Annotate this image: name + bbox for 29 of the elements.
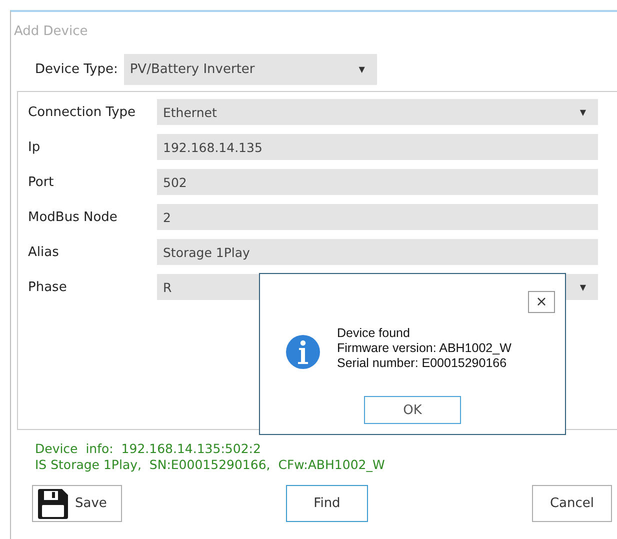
field-label: Phase bbox=[28, 280, 68, 294]
dropdown-value: R bbox=[163, 280, 172, 294]
dropdown-arrow-icon: ▼ bbox=[580, 108, 586, 116]
find-button[interactable]: Find bbox=[286, 485, 368, 522]
field-label: ModBus Node bbox=[28, 210, 118, 224]
input-field[interactable]: 502 bbox=[157, 169, 598, 195]
dropdown-arrow-icon: ▼ bbox=[358, 65, 365, 74]
field-label: Alias bbox=[28, 244, 60, 260]
close-button[interactable]: × bbox=[528, 291, 555, 313]
field-label: Port bbox=[28, 174, 55, 190]
window-title: Add Device bbox=[13, 23, 89, 41]
input-field[interactable]: Storage 1Play bbox=[157, 239, 598, 265]
device-info-text: IS Storage 1Play, SN:E00015290166, CFw:ABH1002_W bbox=[35, 457, 386, 473]
info-icon bbox=[285, 334, 321, 370]
field-label: Connection Type bbox=[28, 104, 137, 120]
field-label: Device Type: bbox=[35, 62, 118, 77]
input-field[interactable]: 192.168.14.135 bbox=[157, 134, 598, 160]
dropdown-value: PV/Battery Inverter bbox=[130, 62, 255, 77]
dropdown-value: Ethernet bbox=[163, 104, 217, 120]
device-type-dropdown[interactable]: PV/Battery Inverter ▼ bbox=[124, 54, 377, 85]
ok-button[interactable]: OK bbox=[364, 396, 461, 424]
input-field[interactable]: 2 bbox=[157, 204, 598, 230]
device-info-text: Device info: 192.168.14.135:502:2 bbox=[35, 441, 262, 457]
dropdown-arrow-icon: ▼ bbox=[580, 282, 586, 292]
field-label: Ip bbox=[28, 140, 42, 154]
dialog-message: Device found Firmware version: ABH1002_W Serial number: E00015290166 bbox=[337, 326, 512, 371]
dropdown-field[interactable]: Ethernet ▼ bbox=[157, 99, 598, 125]
cancel-button[interactable]: Cancel bbox=[532, 485, 612, 522]
save-button[interactable]: Save bbox=[32, 485, 122, 522]
